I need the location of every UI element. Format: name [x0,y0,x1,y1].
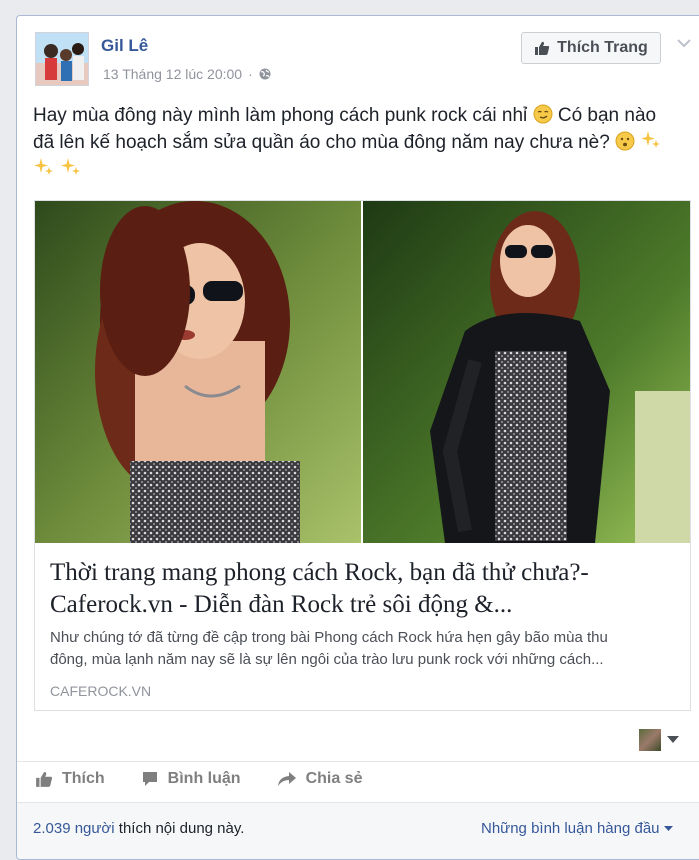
link-title-line2: Caferock.vn - Diễn đàn Rock trẻ sôi động… [50,591,513,618]
comment-label: Bình luận [167,770,241,787]
globe-icon[interactable] [259,68,271,80]
sparkles-icon [641,131,661,148]
like-label: Thích [62,770,105,787]
link-desc-line1: Như chúng tớ đã từng đề cập trong bài Ph… [50,629,608,646]
caret-down-icon[interactable] [667,736,679,744]
top-comments-dropdown[interactable]: Những bình luận hàng đầu [481,820,673,837]
link-description: Như chúng tớ đã từng đề cập trong bài Ph… [50,627,680,671]
post-timestamp[interactable]: 13 Tháng 12 lúc 20:00 [103,66,242,82]
sparkles-icon [61,158,81,175]
comment-button[interactable]: Bình luận [141,770,241,788]
post-text-line2: đã lên kế hoạch sắm sửa quần áo cho mùa … [33,132,610,153]
post-text-line1b: Có bạn nào [552,105,657,126]
like-button[interactable]: Thích [35,770,105,788]
caret-down-icon [663,825,673,831]
post-text-line1: Hay mùa đông này mình làm phong cách pun… [33,105,528,126]
likes-number[interactable]: 2.039 người [33,820,115,837]
smirk-emoji-icon [533,104,553,124]
action-bar: Thích Bình luận Chia sẻ [35,770,398,788]
share-label: Chia sẻ [305,770,363,787]
author-name[interactable]: Gil Lê [101,36,148,56]
likes-suffix: thích nội dung này. [114,820,245,837]
thumbs-up-icon [36,771,53,787]
likes-summary-bar: 2.039 người thích nội dung này. Những bì… [17,802,699,859]
comment-icon [142,772,157,786]
link-title[interactable]: Thời trang mang phong cách Rock, bạn đã … [50,557,670,621]
sparkles-icon [34,158,53,175]
dot-separator: · [248,66,253,82]
like-page-label: Thích Trang [557,39,648,56]
link-desc-line2: đông, mùa lạnh năm nay sẽ là sự lên ngôi… [50,651,604,668]
link-preview[interactable]: Thời trang mang phong cách Rock, bạn đã … [34,200,691,711]
author-avatar[interactable] [35,32,89,86]
post-text: Hay mùa đông này mình làm phong cách pun… [33,102,683,183]
hushed-emoji-icon [615,131,635,151]
share-icon [277,772,296,786]
link-domain: CAFEROCK.VN [50,683,152,699]
likes-count: 2.039 người thích nội dung này. [33,820,244,837]
thumbs-up-icon [535,41,550,55]
like-page-button[interactable]: Thích Trang [521,32,661,64]
top-comments-label: Những bình luận hàng đầu [481,820,660,837]
post-meta: 13 Tháng 12 lúc 20:00 · [103,66,271,82]
link-title-line1: Thời trang mang phong cách Rock, bạn đã … [50,559,589,586]
divider [17,761,699,762]
post-card: Gil Lê 13 Tháng 12 lúc 20:00 · Thích Tra… [16,15,699,860]
link-preview-image[interactable] [35,201,690,543]
viewer-avatar[interactable] [639,729,661,751]
chevron-down-icon[interactable] [677,38,691,48]
share-button[interactable]: Chia sẻ [277,770,363,788]
